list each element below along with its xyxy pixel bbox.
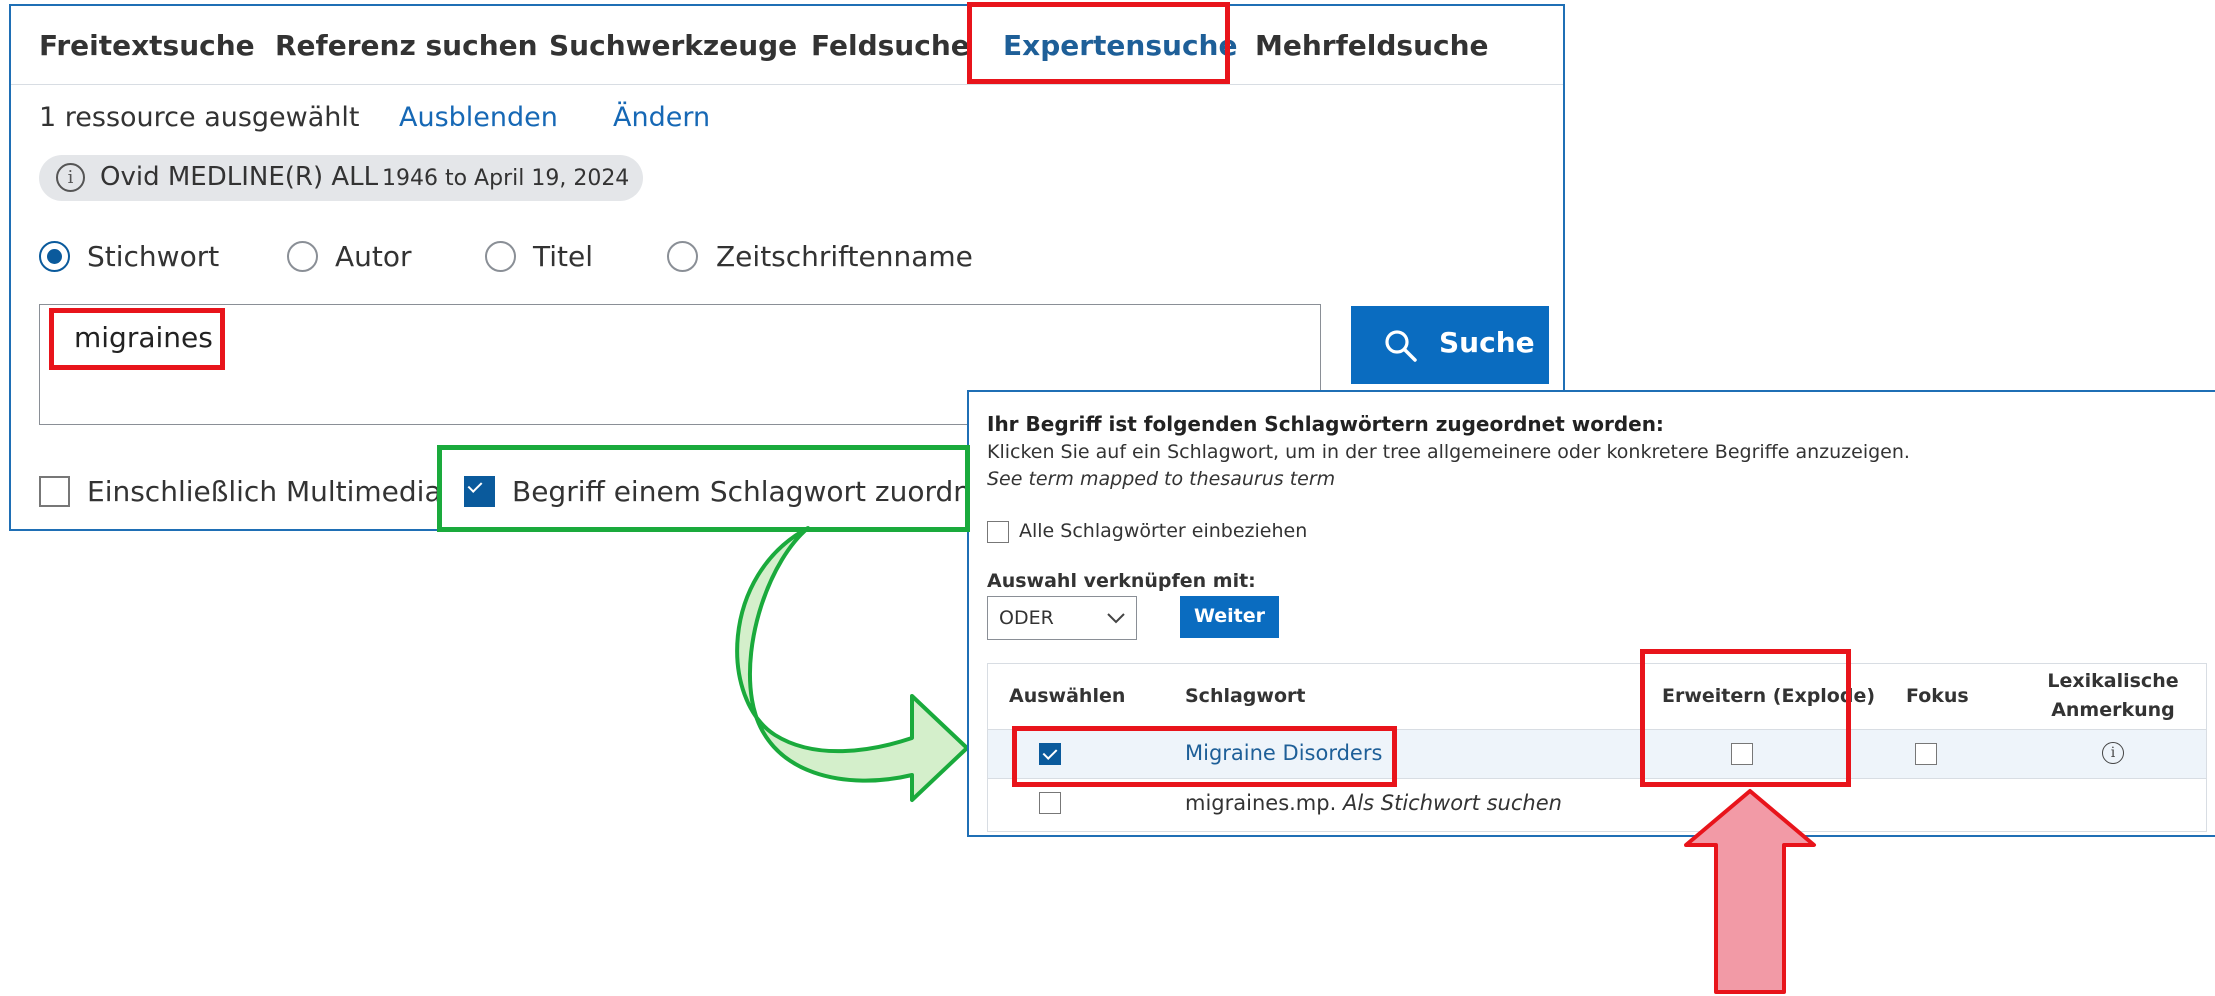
highlight-query-term [49, 308, 225, 370]
explode-pointer-arrow [1684, 789, 1816, 994]
include-all-checkbox[interactable] [987, 521, 1009, 543]
keyword-term-text: migraines.mp. [1185, 791, 1337, 815]
column-header-subject: Schlagwort [1185, 685, 1306, 707]
keyword-term-suffix: Als Stichwort suchen [1342, 791, 1562, 815]
highlight-migraine-disorders-row [1012, 726, 1397, 787]
focus-checkbox[interactable] [1915, 743, 1937, 765]
mapping-see-term: See term mapped to thesaurus term [987, 468, 1336, 490]
mapping-instruction: Klicken Sie auf ein Schlagwort, um in de… [987, 441, 1910, 463]
mapping-heading: Ihr Begriff ist folgenden Schlagwörtern … [987, 412, 1664, 436]
column-header-scope-note-line1: Lexikalische [2047, 670, 2179, 692]
combine-select-value: ODER [999, 607, 1054, 629]
highlight-map-term-option [437, 445, 970, 532]
table-header: Auswählen Schlagwort Erweitern (Explode)… [988, 664, 2206, 730]
row-select-checkbox[interactable] [1039, 792, 1061, 814]
highlight-explode-column [1640, 649, 1851, 787]
include-all-label: Alle Schlagwörter einbeziehen [1019, 520, 1308, 542]
keyword-term: migraines.mp. Als Stichwort suchen [1185, 791, 1562, 815]
column-header-select: Auswählen [1009, 685, 1126, 707]
combine-label: Auswahl verknüpfen mit: [987, 570, 1256, 592]
column-header-scope-note-line2: Anmerkung [2051, 699, 2175, 721]
combine-select[interactable]: ODER [987, 596, 1137, 640]
chevron-down-icon [1107, 613, 1125, 624]
weiter-button-label: Weiter [1193, 605, 1266, 627]
info-icon[interactable]: i [2102, 742, 2124, 764]
highlight-expertensuche-tab [967, 2, 1230, 84]
column-header-focus: Fokus [1906, 685, 1969, 707]
weiter-button[interactable]: Weiter [1180, 596, 1279, 638]
